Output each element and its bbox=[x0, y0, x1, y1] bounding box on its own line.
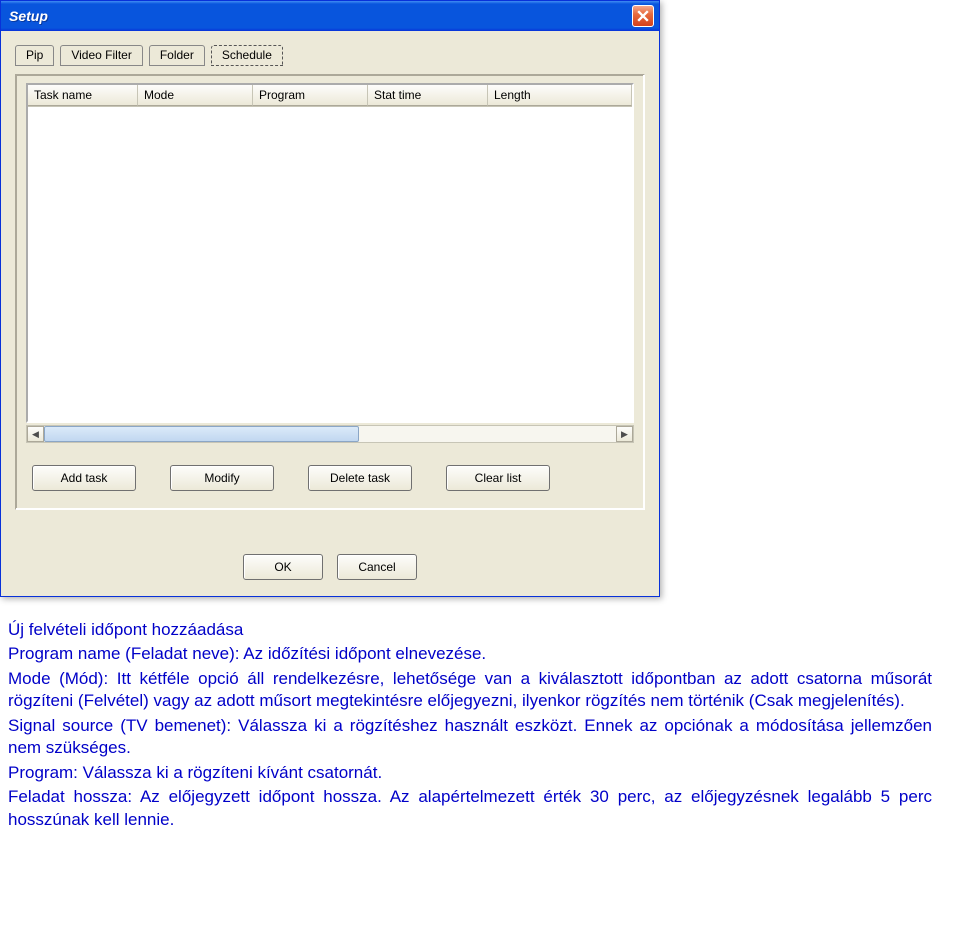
col-mode[interactable]: Mode bbox=[138, 85, 253, 106]
tabs-row: Pip Video Filter Folder Schedule bbox=[15, 45, 645, 66]
setup-window: Setup Pip Video Filter Folder Schedule T… bbox=[0, 0, 660, 597]
dialog-buttons: OK Cancel bbox=[15, 554, 645, 580]
doc-line: Signal source (TV bemenet): Válassza ki … bbox=[8, 715, 932, 760]
col-length[interactable]: Length bbox=[488, 85, 632, 106]
clear-list-button[interactable]: Clear list bbox=[446, 465, 550, 491]
close-button[interactable] bbox=[632, 5, 654, 27]
modify-button[interactable]: Modify bbox=[170, 465, 274, 491]
ok-button[interactable]: OK bbox=[243, 554, 323, 580]
doc-line: Program name (Feladat neve): Az időzítés… bbox=[8, 643, 932, 665]
tab-panel: Task name Mode Program Stat time Length … bbox=[15, 74, 645, 510]
tab-folder[interactable]: Folder bbox=[149, 45, 205, 66]
chevron-left-icon: ◀ bbox=[32, 429, 39, 440]
instruction-text: Új felvételi időpont hozzáadása Program … bbox=[0, 597, 940, 841]
scroll-right-button[interactable]: ▶ bbox=[616, 426, 633, 442]
delete-task-button[interactable]: Delete task bbox=[308, 465, 412, 491]
doc-line: Új felvételi időpont hozzáadása bbox=[8, 619, 932, 641]
tab-schedule[interactable]: Schedule bbox=[211, 45, 283, 66]
scroll-track[interactable] bbox=[44, 426, 616, 442]
window-title: Setup bbox=[9, 8, 48, 24]
cancel-button[interactable]: Cancel bbox=[337, 554, 417, 580]
scroll-left-button[interactable]: ◀ bbox=[27, 426, 44, 442]
action-row: Add task Modify Delete task Clear list bbox=[26, 465, 634, 491]
doc-line: Mode (Mód): Itt kétféle opció áll rendel… bbox=[8, 668, 932, 713]
add-task-button[interactable]: Add task bbox=[32, 465, 136, 491]
close-icon bbox=[637, 10, 649, 22]
list-header: Task name Mode Program Stat time Length bbox=[28, 85, 632, 107]
chevron-right-icon: ▶ bbox=[621, 429, 628, 440]
tab-video-filter[interactable]: Video Filter bbox=[60, 45, 142, 66]
col-stat-time[interactable]: Stat time bbox=[368, 85, 488, 106]
col-task-name[interactable]: Task name bbox=[28, 85, 138, 106]
task-list[interactable]: Task name Mode Program Stat time Length bbox=[26, 83, 634, 423]
scroll-thumb[interactable] bbox=[44, 426, 359, 442]
col-program[interactable]: Program bbox=[253, 85, 368, 106]
doc-line: Program: Válassza ki a rögzíteni kívánt … bbox=[8, 762, 932, 784]
doc-line: Feladat hossza: Az előjegyzett időpont h… bbox=[8, 786, 932, 831]
tab-pip[interactable]: Pip bbox=[15, 45, 54, 66]
titlebar[interactable]: Setup bbox=[1, 1, 659, 31]
client-area: Pip Video Filter Folder Schedule Task na… bbox=[1, 31, 659, 596]
horizontal-scrollbar[interactable]: ◀ ▶ bbox=[26, 425, 634, 443]
list-body[interactable] bbox=[28, 107, 632, 421]
